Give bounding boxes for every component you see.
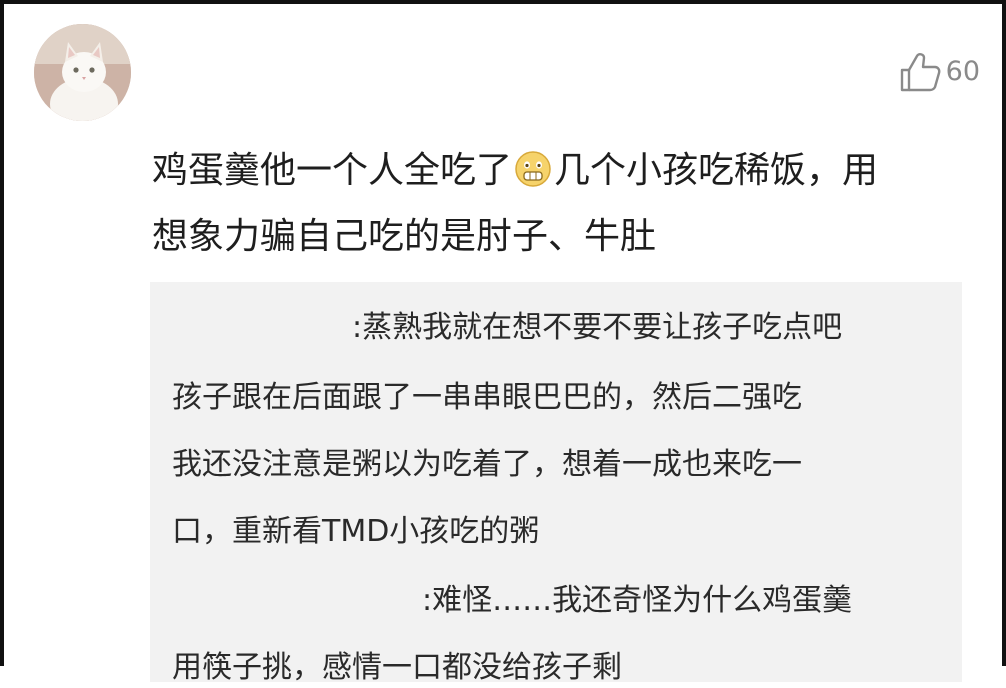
- user-avatar[interactable]: [34, 24, 131, 121]
- comment-line-1: 鸡蛋羹他一个人全吃了 几个小孩吃稀饭，用: [152, 138, 972, 204]
- comment-text-part1: 鸡蛋羹他一个人全吃了: [152, 150, 513, 191]
- like-button[interactable]: 60: [898, 50, 980, 94]
- grimace-emoji-icon: [514, 150, 552, 188]
- reply-line: 孩子跟在后面跟了一串串眼巴巴的，然后二强吃: [172, 380, 802, 415]
- thumbs-up-icon: [900, 53, 941, 92]
- reply-line: 用筷子挑，感情一口都没给孩子剩: [172, 650, 622, 685]
- comment-line-2: 想象力骗自己吃的是肘子、牛肚: [152, 216, 657, 257]
- comment-text-part2: 几个小孩吃稀饭，用: [554, 150, 879, 191]
- cat-avatar-icon: [34, 24, 131, 121]
- reply-line: :蒸熟我就在想不要不要让孩子吃点吧: [352, 310, 843, 345]
- like-count: 60: [945, 56, 980, 87]
- reply-thread[interactable]: :蒸熟我就在想不要不要让孩子吃点吧 孩子跟在后面跟了一串串眼巴巴的，然后二强吃 …: [150, 282, 962, 685]
- reply-line: 我还没注意是粥以为吃着了，想着一成也来吃一: [172, 447, 802, 482]
- reply-line: 口，重新看TMD小孩吃的粥: [172, 514, 540, 549]
- comment-text: 鸡蛋羹他一个人全吃了 几个小孩吃稀饭，用 想象力骗自己吃的是肘子、牛肚: [152, 138, 972, 270]
- reply-line: :难怪……我还奇怪为什么鸡蛋羹: [422, 583, 853, 618]
